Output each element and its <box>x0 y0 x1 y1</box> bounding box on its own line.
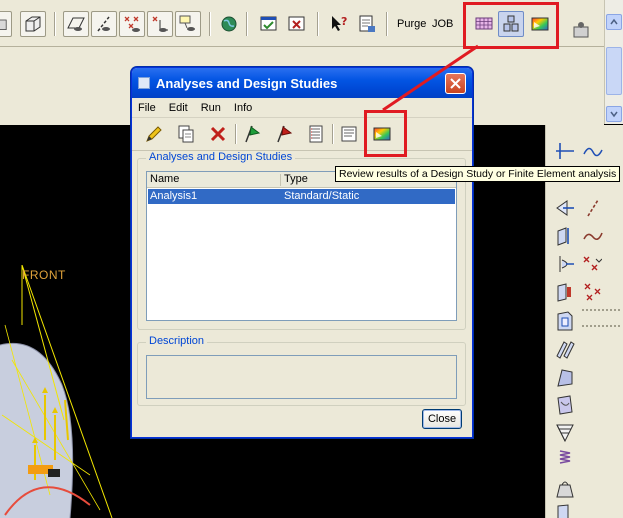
start-run-flag-icon[interactable] <box>240 122 264 146</box>
dialog-title-bar[interactable]: Analyses and Design Studies <box>132 68 472 98</box>
datum-axis-icon[interactable] <box>554 197 576 219</box>
svg-text:?: ? <box>341 15 347 28</box>
draft-icon[interactable] <box>554 366 576 388</box>
job-label[interactable]: JOB <box>432 18 453 30</box>
dialog-title: Analyses and Design Studies <box>156 75 338 91</box>
globe-icon[interactable] <box>216 11 242 37</box>
view-orientation-label: FRONT <box>22 268 66 282</box>
info-report-icon[interactable] <box>337 122 361 146</box>
menu-edit[interactable]: Edit <box>169 102 188 114</box>
model-info-icon[interactable] <box>354 11 380 37</box>
datum-curve-icon[interactable] <box>582 197 604 219</box>
analyses-group-label: Analyses and Design Studies <box>146 151 296 163</box>
dialog-toolbar <box>132 118 472 151</box>
copy-icon[interactable] <box>174 122 198 146</box>
column-header-name[interactable]: Name <box>150 173 179 185</box>
rib-icon[interactable] <box>554 338 576 360</box>
close-button[interactable]: Close <box>422 409 462 429</box>
window-close-icon[interactable] <box>284 11 310 37</box>
close-icon[interactable] <box>445 73 466 94</box>
delete-icon[interactable] <box>206 122 230 146</box>
window-activate-icon[interactable] <box>256 11 282 37</box>
scroll-up-icon[interactable] <box>606 14 622 30</box>
analysis-name: Analysis1 <box>150 190 198 202</box>
analyses-group: Analyses and Design Studies Name Type An… <box>137 151 466 330</box>
menu-info[interactable]: Info <box>234 102 252 114</box>
hole-icon[interactable] <box>554 281 576 303</box>
menu-run[interactable]: Run <box>201 102 221 114</box>
shell-icon[interactable] <box>554 310 576 332</box>
coordinate-system-display-icon[interactable] <box>147 11 173 37</box>
side-toolbar <box>545 125 623 518</box>
analysis-type: Standard/Static <box>284 190 360 202</box>
model-tree-person-icon[interactable] <box>568 16 594 42</box>
extrude-icon[interactable] <box>554 225 576 247</box>
constraint-icon[interactable] <box>554 503 576 518</box>
stop-run-flag-icon[interactable] <box>272 122 296 146</box>
datum-point-display-icon[interactable] <box>119 11 145 37</box>
datum-axis-display-icon[interactable] <box>91 11 117 37</box>
annotation-box-toolbar <box>463 2 559 49</box>
spring-icon[interactable] <box>554 447 576 469</box>
analyses-list[interactable]: Name Type Analysis1 Standard/Static <box>146 171 457 321</box>
context-help-icon[interactable]: ? <box>326 11 352 37</box>
purge-label[interactable]: Purge <box>397 18 426 30</box>
revolve-icon[interactable] <box>554 253 576 275</box>
cube-shaded-icon[interactable] <box>0 11 12 37</box>
weight-icon[interactable] <box>554 477 576 499</box>
annotation-display-icon[interactable] <box>175 11 201 37</box>
datum-point-icon[interactable] <box>580 253 603 275</box>
description-group-label: Description <box>146 335 208 347</box>
run-status-icon[interactable] <box>304 122 328 146</box>
list-item[interactable]: Analysis1 Standard/Static <box>148 189 455 204</box>
review-results-tooltip: Review results of a Design Study or Fini… <box>335 166 621 182</box>
analyses-dialog: Analyses and Design Studies File Edit Ru… <box>131 67 473 438</box>
point-cloud-icon[interactable] <box>582 281 604 303</box>
description-group: Description <box>137 335 466 406</box>
round-icon[interactable] <box>554 394 576 416</box>
column-header-type[interactable]: Type <box>284 173 308 185</box>
dialog-menubar: File Edit Run Info <box>132 98 472 118</box>
datum-plane-icon[interactable] <box>554 140 576 162</box>
menu-file[interactable]: File <box>138 102 156 114</box>
annotation-box-dialog-button <box>364 110 407 157</box>
cube-view-icon[interactable] <box>20 11 46 37</box>
chamfer-icon[interactable] <box>554 421 576 443</box>
window-icon <box>138 77 150 89</box>
vertical-scrollbar[interactable] <box>604 0 623 124</box>
scroll-down-icon[interactable] <box>606 106 622 122</box>
datum-plane-display-icon[interactable] <box>63 11 89 37</box>
sketch-curve-icon[interactable] <box>582 140 604 162</box>
edit-pencil-icon[interactable] <box>142 122 166 146</box>
cylinder-model <box>0 265 113 518</box>
spline-icon[interactable] <box>582 225 604 247</box>
description-field[interactable] <box>146 355 457 399</box>
scroll-thumb[interactable] <box>606 47 622 95</box>
